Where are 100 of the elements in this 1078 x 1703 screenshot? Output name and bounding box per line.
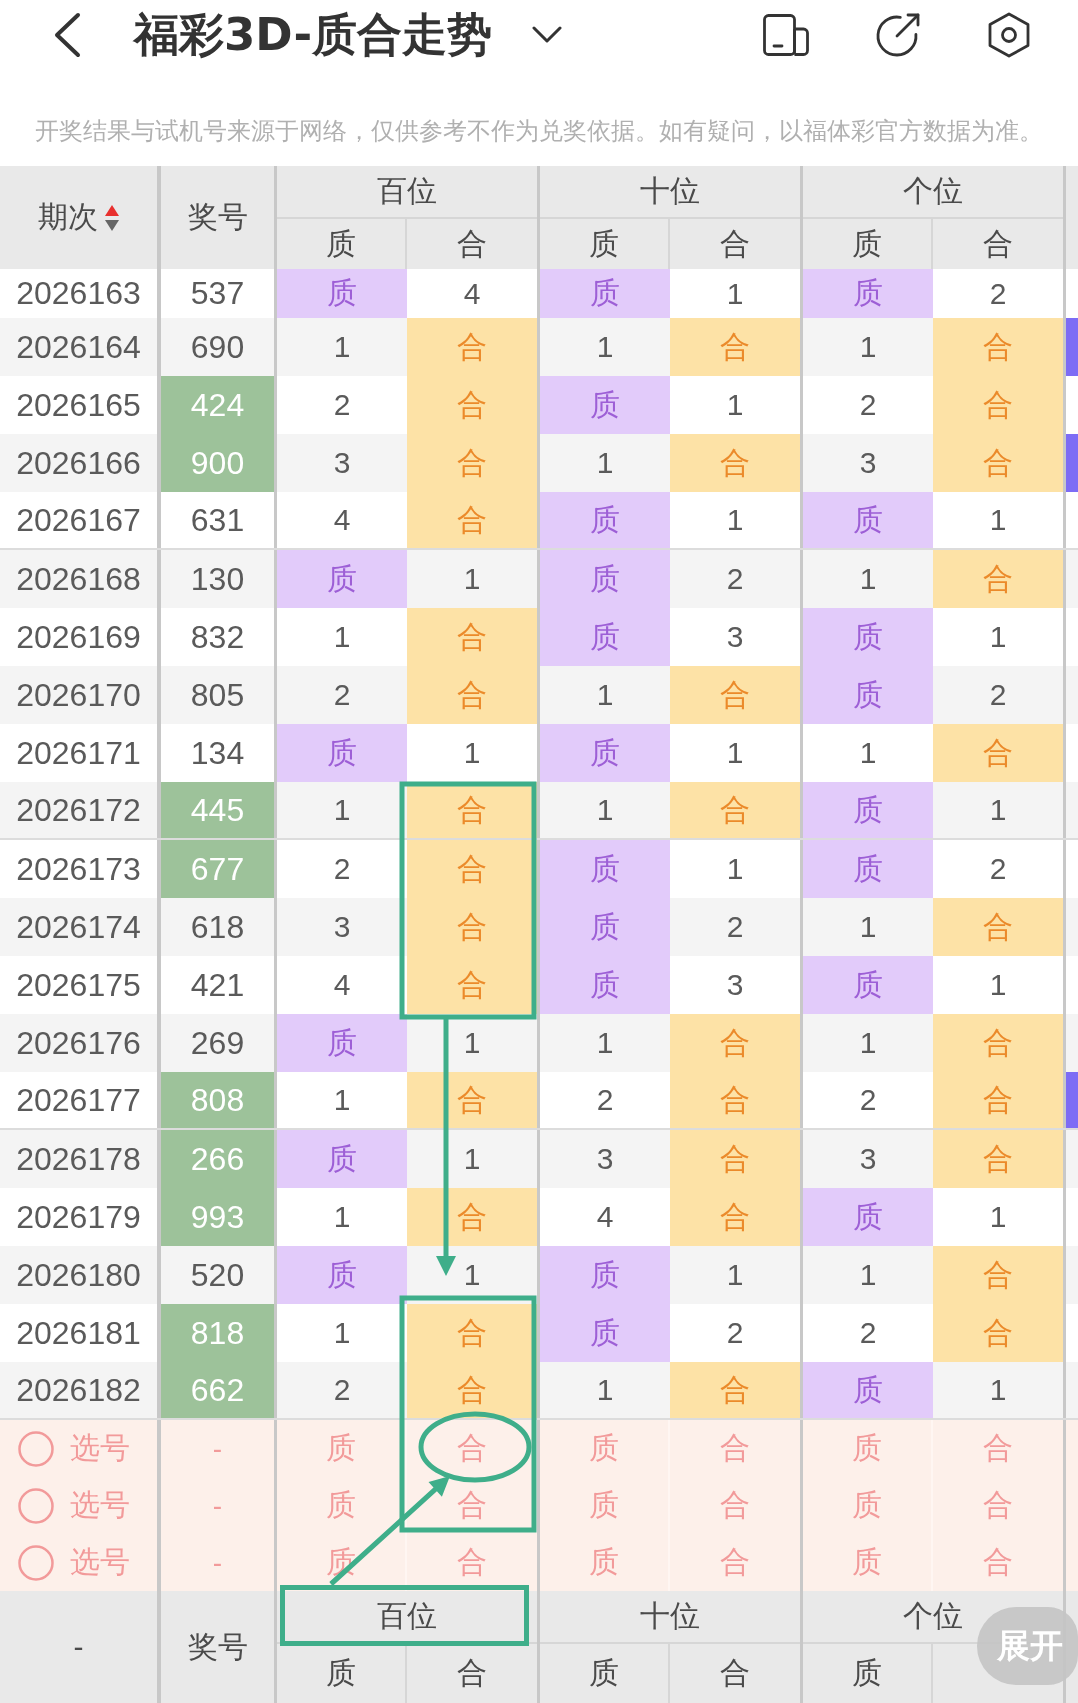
trend-cell: 质 [277, 1014, 407, 1072]
trend-cell: 合 [670, 666, 803, 724]
trend-cell: 质 [540, 956, 670, 1014]
group-header: 百位 [377, 173, 437, 209]
trend-cell: 质 [540, 269, 670, 318]
trend-cell-text: 4 [332, 502, 352, 538]
trend-cell: 合 [670, 318, 803, 376]
trend-cell: 质 [803, 956, 933, 1014]
group-header: 个位 [903, 1598, 963, 1634]
subcolumn-header: 质 [277, 1644, 407, 1703]
trend-cell-text: 1 [595, 1372, 615, 1408]
trend-cell: 合 [670, 434, 803, 492]
trend-cell: 质 [803, 269, 933, 318]
devices-icon [763, 14, 809, 56]
trend-cell: 合 [670, 1130, 803, 1188]
trend-cell: 质 [277, 724, 407, 782]
trend-cell: 合 [933, 376, 1066, 434]
trend-cell-text: 3 [858, 445, 878, 481]
back-icon [52, 12, 82, 58]
trend-cell: 合 [407, 1072, 540, 1128]
trend-cell: 合 [407, 956, 540, 1014]
trend-cell: 质 [277, 1246, 407, 1304]
trend-cell: 质 [540, 550, 670, 608]
trend-cell: 合 [670, 782, 803, 838]
trend-cell: 合 [407, 318, 540, 376]
chevron-down-icon [532, 26, 563, 44]
trend-cell-text: 2 [332, 851, 352, 887]
trend-cell: 质 [540, 1304, 670, 1362]
trend-cell-text: 1 [595, 445, 615, 481]
column-header: - [0, 1591, 161, 1703]
trend-cell-text: 1 [595, 1025, 615, 1061]
trend-cell-text: 1 [332, 1315, 352, 1351]
trend-cell-text: 1 [332, 329, 352, 365]
settings-button[interactable] [987, 12, 1031, 58]
pick-label: 选号 [70, 1544, 130, 1580]
trend-cell: 合 [933, 550, 1066, 608]
trend-cell-text: 2 [858, 1315, 878, 1351]
number-cell: 445 [161, 782, 277, 838]
subcolumn-header: 质 [803, 1644, 933, 1703]
trend-cell: 合 [407, 840, 540, 898]
number-cell: 424 [161, 376, 277, 434]
number-cell: 818 [161, 1304, 277, 1362]
share-icon [875, 12, 921, 58]
trend-cell: 合 [407, 1188, 540, 1246]
column-header: 奖号 [161, 1591, 277, 1703]
trend-cell-text: 3 [858, 1141, 878, 1177]
trend-cell: 合 [407, 434, 540, 492]
trend-cell-text: 3 [332, 909, 352, 945]
trend-cell: 质 [277, 269, 407, 318]
trend-cell-text: 1 [858, 1257, 878, 1293]
back-button[interactable] [52, 12, 82, 58]
trend-cell: 质 [540, 898, 670, 956]
devices-button[interactable] [763, 14, 809, 56]
trend-cell-text: 1 [595, 677, 615, 713]
group-header: 个位 [903, 173, 963, 209]
title-dropdown[interactable]: 福彩3D-质合走势 [134, 5, 563, 65]
trend-cell: 合 [933, 1130, 1066, 1188]
trend-cell: 质 [803, 1362, 933, 1418]
trend-cell-text: 1 [858, 909, 878, 945]
trend-cell: 质 [540, 1246, 670, 1304]
group-header: 十位 [640, 1598, 700, 1634]
trend-cell-text: 2 [858, 387, 878, 423]
trend-cell: 质 [540, 492, 670, 548]
trend-cell-text: 1 [858, 329, 878, 365]
subcolumn-header: 合 [982, 225, 1014, 262]
number-cell: 662 [161, 1362, 277, 1418]
trend-cell: 合 [933, 1072, 1066, 1128]
trend-cell: 质 [803, 1188, 933, 1246]
trend-cell-text: 2 [332, 1372, 352, 1408]
trend-cell: 质 [803, 840, 933, 898]
trend-cell: 合 [933, 724, 1066, 782]
share-button[interactable] [875, 12, 921, 58]
trend-cell: 质 [803, 782, 933, 838]
subcolumn-header: 质 [540, 1644, 670, 1703]
trend-cell: 合 [670, 1014, 803, 1072]
group-header: 百位 [377, 1598, 437, 1634]
trend-cell-text: 1 [858, 735, 878, 771]
trend-cell: 质 [277, 1130, 407, 1188]
trend-cell: 合 [670, 1072, 803, 1128]
trend-cell: 质 [803, 608, 933, 666]
trend-cell-text: 2 [595, 1082, 615, 1118]
group-header: 十位 [640, 173, 700, 209]
trend-cell: 合 [933, 434, 1066, 492]
number-cell: 993 [161, 1188, 277, 1246]
trend-cell: 合 [407, 1362, 540, 1418]
trend-cell-text: 1 [332, 619, 352, 655]
trend-cell: 合 [670, 1188, 803, 1246]
trend-cell: 合 [933, 1014, 1066, 1072]
trend-cell-text: 4 [332, 967, 352, 1003]
trend-cell-text: 2 [332, 387, 352, 423]
trend-cell-text: 1 [858, 1025, 878, 1061]
trend-cell: 合 [933, 898, 1066, 956]
trend-cell: 合 [933, 1246, 1066, 1304]
pick-label: 选号 [70, 1430, 130, 1466]
trend-cell: 质 [540, 608, 670, 666]
trend-cell-text: 1 [332, 1199, 352, 1235]
trend-cell: 质 [803, 666, 933, 724]
trend-cell-text: 3 [332, 445, 352, 481]
trend-cell: 合 [933, 318, 1066, 376]
pick-label: 选号 [70, 1487, 130, 1523]
